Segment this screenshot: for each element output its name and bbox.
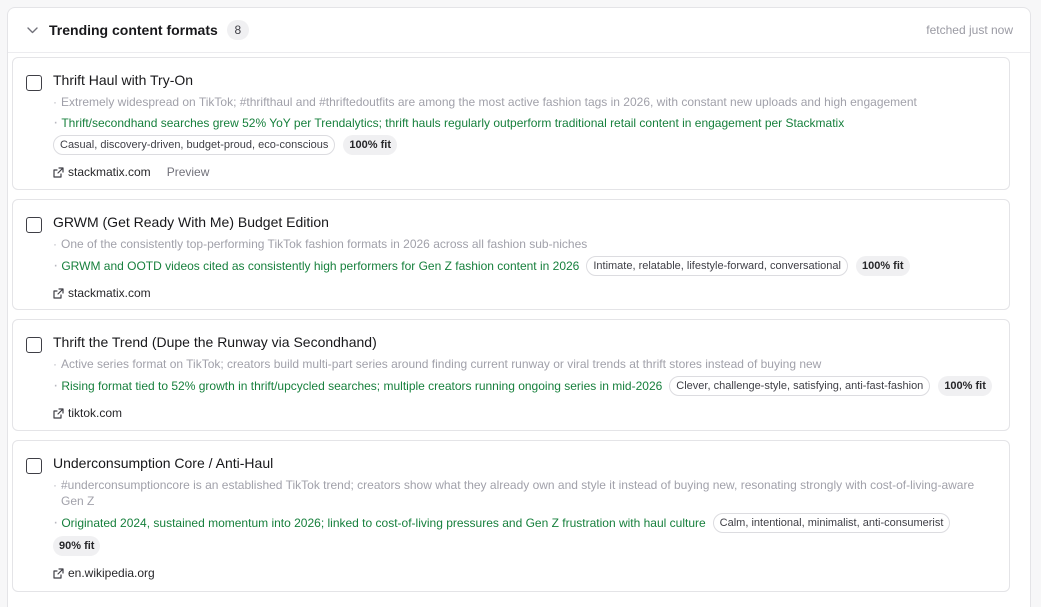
tone-tag: Calm, intentional, minimalist, anti-cons… [712,513,951,533]
format-description: Active series format on TikTok; creators… [61,357,822,371]
fetched-status: fetched just now [926,23,1013,37]
format-title: Thrift the Trend (Dupe the Runway via Se… [53,334,377,350]
external-link-icon [53,567,64,579]
external-link-icon [53,407,64,419]
select-checkbox[interactable] [26,337,42,353]
panel-title: Trending content formats [49,22,218,38]
format-evidence: Thrift/secondhand searches grew 52% YoY … [61,116,845,130]
format-description: One of the consistently top-performing T… [61,237,588,251]
source-link[interactable]: stackmatix.com [53,286,151,300]
format-card: Thrift the Trend (Dupe the Runway via Se… [12,319,1010,431]
source-link[interactable]: stackmatix.com [53,165,151,179]
format-evidence: Originated 2024, sustained momentum into… [61,516,706,530]
select-checkbox[interactable] [26,75,42,91]
count-badge: 8 [226,20,249,40]
fit-badge: 90% fit [53,536,101,556]
format-evidence: Rising format tied to 52% growth in thri… [61,379,663,393]
source-link[interactable]: tiktok.com [53,406,122,420]
fit-badge: 100% fit [938,376,992,396]
fit-badge: 100% fit [855,256,910,276]
select-checkbox[interactable] [26,458,42,474]
format-card: GRWM (Get Ready With Me) Budget Edition … [12,199,1010,310]
source-domain: tiktok.com [68,406,123,420]
fit-badge: 100% fit [343,135,397,155]
tone-tag: Intimate, relatable, lifestyle-forward, … [586,256,848,276]
format-title: Thrift Haul with Try-On [53,72,194,88]
chevron-down-icon[interactable] [26,24,38,36]
format-evidence: GRWM and OOTD videos cited as consistent… [61,259,580,273]
source-link[interactable]: en.wikipedia.org [53,566,155,580]
panel-header[interactable]: Trending content formats 8 fetched just … [8,8,1030,53]
external-link-icon [53,166,64,178]
select-checkbox[interactable] [26,217,42,233]
format-description: #underconsumptioncore is an established … [61,478,975,508]
format-list: Thrift Haul with Try-On · Extremely wides… [12,57,1010,601]
preview-link[interactable]: Preview [167,165,210,179]
tone-tag: Clever, challenge-style, satisfying, ant… [669,376,931,396]
source-domain: stackmatix.com [68,286,151,300]
external-link-icon [53,287,64,299]
format-description: Extremely widespread on TikTok; #thrifth… [61,95,917,109]
tone-tag: Casual, discovery-driven, budget-proud, … [53,135,336,155]
format-title: GRWM (Get Ready With Me) Budget Edition [53,214,329,230]
format-card: Underconsumption Core / Anti-Haul · #unde… [12,440,1010,592]
format-title: Underconsumption Core / Anti-Haul [53,455,274,471]
source-domain: en.wikipedia.org [68,566,155,580]
format-card: Thrift Haul with Try-On · Extremely wides… [12,57,1010,190]
source-domain: stackmatix.com [68,165,151,179]
